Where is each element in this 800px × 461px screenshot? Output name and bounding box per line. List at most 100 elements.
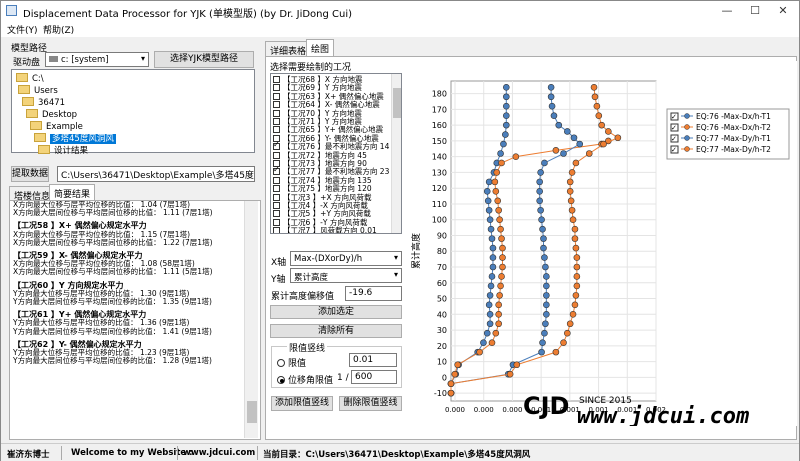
drive-select[interactable]: c: [system] ▾ <box>45 52 149 67</box>
drift-limit-radio[interactable] <box>277 376 285 384</box>
load-case-checkbox[interactable] <box>273 227 280 233</box>
results-scrollbar[interactable] <box>244 201 258 438</box>
data-point <box>542 320 549 328</box>
welcome-label: Welcome to my Website : <box>71 448 193 458</box>
x-tick-label: 0.000 <box>445 406 465 414</box>
data-point <box>541 159 548 167</box>
drive-label: 驱动盘 <box>13 58 41 68</box>
maximize-button[interactable]: ☐ <box>741 1 769 21</box>
load-case-checkbox[interactable] <box>273 202 280 209</box>
tree-item[interactable]: 设计结果 <box>38 145 88 157</box>
data-point <box>454 361 461 369</box>
data-point <box>536 197 543 205</box>
load-case-checkbox[interactable] <box>273 218 280 226</box>
website-link[interactable]: www.jdcui.com <box>183 448 255 458</box>
data-point <box>593 102 601 110</box>
drift-limit-option[interactable]: 位移角限值 <box>277 373 333 386</box>
data-point <box>496 292 503 299</box>
result-line: X方向最大层间位移与平均层间位移的比值： 1.11 (5层1塔) <box>13 267 213 277</box>
tree-item[interactable]: Desktop <box>26 109 77 121</box>
folder-tree[interactable]: C:\ Users 36471 Desktop Example 多塔45度风洞风… <box>11 69 255 156</box>
tree-item-selected[interactable]: 多塔45度风洞风 <box>34 133 116 145</box>
y-tick-label: 60 <box>437 279 447 288</box>
load-case-checkbox[interactable] <box>273 185 280 193</box>
limit-radio[interactable] <box>277 359 285 367</box>
data-point <box>489 244 497 252</box>
model-path-field[interactable]: C:\Users\36471\Desktop\Example\多塔45度风洞风 <box>57 166 255 182</box>
data-point <box>485 301 493 309</box>
data-point <box>484 197 492 205</box>
data-point <box>547 93 555 101</box>
tree-item[interactable]: Users <box>18 85 58 97</box>
load-case-checkbox[interactable] <box>273 109 280 117</box>
chevron-down-icon: ▾ <box>393 270 398 279</box>
menu-help[interactable]: 帮助(Z) <box>43 23 74 36</box>
status-divider <box>257 446 258 460</box>
tab-detail-table[interactable]: 详细表格 <box>265 41 312 57</box>
y-tick-label: 180 <box>432 90 447 99</box>
limit-value-field[interactable]: 0.01 <box>349 353 397 367</box>
load-case-item[interactable]: 【工况7 】风荷载方向 0.01 <box>273 226 377 233</box>
load-case-checkbox[interactable] <box>273 140 280 151</box>
load-case-checkbox[interactable] <box>273 92 280 100</box>
load-case-checkbox[interactable] <box>273 118 280 125</box>
path-group-label: 模型路径 <box>11 44 48 54</box>
add-selected-button[interactable]: 添加选定 <box>270 305 402 319</box>
scroll-thumb[interactable] <box>247 401 257 423</box>
offset-label: 累计高度偏移值 <box>271 292 335 302</box>
load-case-checkbox[interactable] <box>273 76 280 83</box>
select-case-label: 选择需要绘制的工况 <box>270 63 352 73</box>
data-point <box>513 361 521 369</box>
x-axis-value: Max-(DXorDy)/h <box>294 254 363 264</box>
load-case-checkbox[interactable] <box>273 193 280 201</box>
drift-limit-field[interactable]: 600 <box>351 370 397 384</box>
data-point <box>605 128 612 135</box>
load-case-checkbox[interactable] <box>273 126 280 134</box>
offset-field[interactable]: -19.6 <box>345 286 402 301</box>
data-point <box>512 153 520 160</box>
limit-option[interactable]: 限值 <box>277 356 306 369</box>
load-case-checkbox[interactable] <box>273 84 280 92</box>
data-point <box>502 131 509 138</box>
load-case-checkbox[interactable] <box>273 210 280 218</box>
tree-item[interactable]: C:\ <box>16 73 44 85</box>
result-line: Y方向最大层间位移与平均层间位移的比值： 1.41 (9层1塔) <box>13 326 212 336</box>
scroll-thumb[interactable] <box>393 88 401 118</box>
data-point <box>568 169 576 176</box>
tab-plot[interactable]: 绘图 <box>306 39 335 56</box>
case-list-scrollbar[interactable] <box>391 74 401 233</box>
data-point <box>488 235 496 242</box>
data-point <box>503 84 510 91</box>
load-case-checkbox[interactable] <box>273 176 280 184</box>
data-point <box>537 206 544 214</box>
data-point <box>570 134 578 142</box>
data-point <box>493 169 501 176</box>
y-axis-select[interactable]: 累计高度 ▾ <box>290 268 402 283</box>
load-case-checkbox[interactable] <box>273 101 280 109</box>
load-case-list[interactable]: 【工况68 】X 方向地震 【工况69 】Y 方向地震 【工况63 】X+ 偶然偏心… <box>270 73 402 234</box>
load-case-checkbox[interactable] <box>273 151 280 159</box>
delete-limit-line-button[interactable]: 删除限值竖线 <box>339 396 402 411</box>
data-point <box>569 216 577 224</box>
tree-item[interactable]: 36471 <box>22 97 65 109</box>
add-limit-line-button[interactable]: 添加限值竖线 <box>271 396 333 411</box>
extract-data-button[interactable]: 提取数据 <box>11 166 49 182</box>
data-point <box>550 112 558 119</box>
data-point <box>487 282 495 290</box>
select-model-path-button[interactable]: 选择YJK模型路径 <box>154 51 254 68</box>
menu-file[interactable]: 文件(Y) <box>7 23 38 36</box>
x-axis-select[interactable]: Max-(DXorDy)/h ▾ <box>290 251 402 266</box>
data-point <box>536 188 543 195</box>
data-point <box>451 370 459 378</box>
tree-item[interactable]: Example <box>30 121 83 133</box>
data-point <box>539 339 546 346</box>
clear-all-button[interactable]: 清除所有 <box>270 324 402 338</box>
minimize-button[interactable]: — <box>713 1 741 21</box>
drive-icon <box>49 56 58 62</box>
load-case-checkbox[interactable] <box>273 165 280 176</box>
data-point <box>571 301 579 309</box>
tab-brief-results[interactable]: 简要结果 <box>49 184 96 201</box>
check-icon: ✓ <box>671 146 677 154</box>
close-button[interactable]: ✕ <box>769 1 797 21</box>
data-point <box>585 150 593 157</box>
